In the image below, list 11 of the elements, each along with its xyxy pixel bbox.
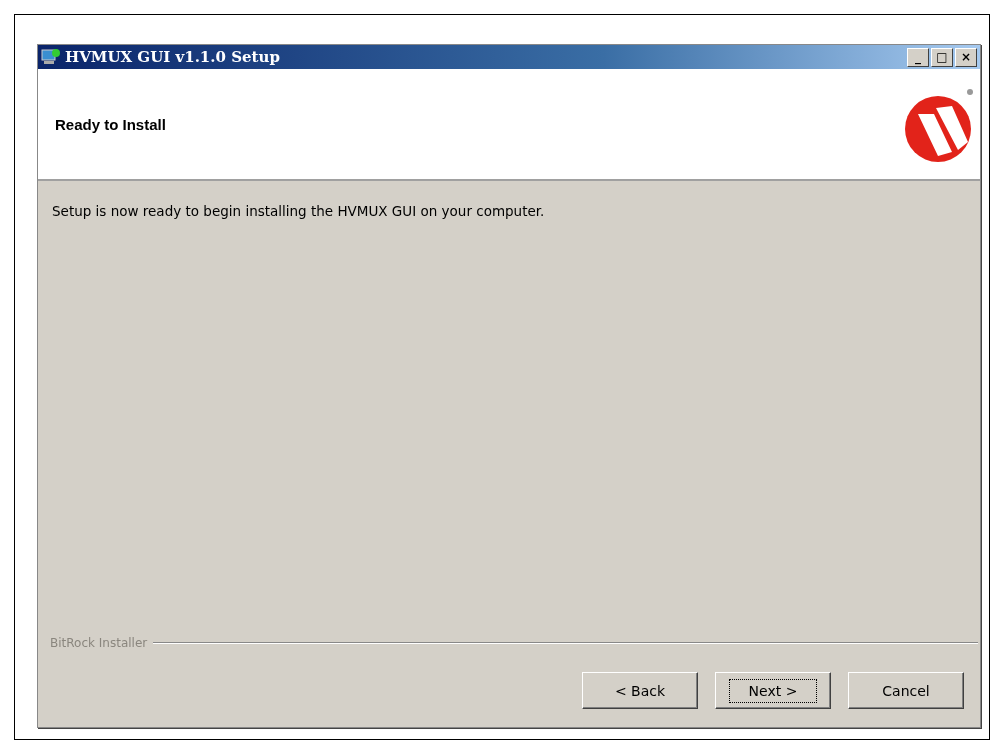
brand-label: BitRock Installer <box>50 636 148 650</box>
next-button[interactable]: Next > <box>715 672 831 709</box>
maximize-button[interactable]: □ <box>931 47 953 67</box>
cancel-button[interactable]: Cancel <box>848 672 964 709</box>
page-title: Ready to Install <box>55 115 166 133</box>
message-text: Setup is now ready to begin installing the HVMUX GUI on your computer. <box>52 203 545 219</box>
minimize-button[interactable]: _ <box>907 47 929 67</box>
back-button[interactable]: < Back <box>582 672 698 709</box>
close-button[interactable]: × <box>955 47 977 67</box>
window-title: HVMUX GUI v1.1.0 Setup <box>65 48 281 66</box>
computer-icon <box>41 48 61 66</box>
